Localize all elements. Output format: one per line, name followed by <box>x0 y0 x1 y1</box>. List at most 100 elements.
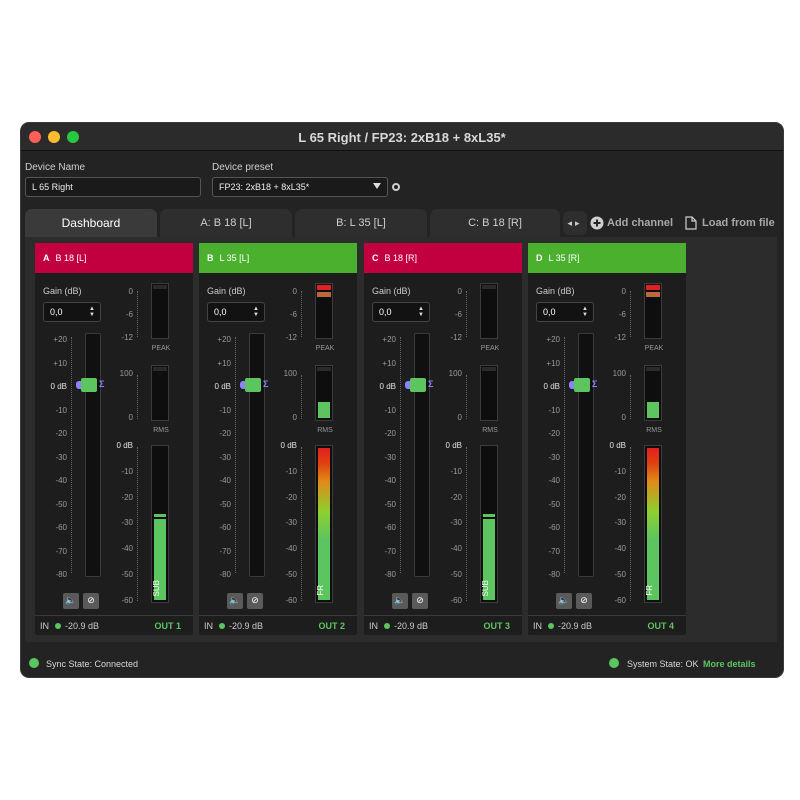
tab-channel-a[interactable]: A: B 18 [L] <box>160 209 292 237</box>
gain-fader-handle[interactable] <box>81 378 97 392</box>
polarity-invert-icon[interactable]: ⊘ <box>412 593 428 609</box>
channel-strip: A B 18 [L] Gain (dB) 0,0 ▲ ▼ +20 +10 0 dB -10… <box>35 243 193 635</box>
output-tick-label: -60 <box>121 595 133 605</box>
mute-speaker-icon[interactable]: 🔈 <box>63 593 79 609</box>
peak-meter <box>644 283 662 339</box>
gain-fader-handle[interactable] <box>574 378 590 392</box>
fader-tick-label: -80 <box>548 570 560 579</box>
channel-header[interactable]: C B 18 [R] <box>364 243 522 273</box>
mute-speaker-icon[interactable]: 🔈 <box>392 593 408 609</box>
add-circle-icon[interactable] <box>590 216 604 230</box>
rms-scale <box>630 375 636 419</box>
input-label: IN <box>533 621 542 631</box>
gain-fader-track[interactable] <box>578 333 594 577</box>
channel-header[interactable]: D L 35 [R] <box>528 243 686 273</box>
gain-fader-track[interactable] <box>414 333 430 577</box>
gain-input[interactable]: 0,0 ▲ ▼ <box>207 302 265 322</box>
gain-input[interactable]: 0,0 ▲ ▼ <box>372 302 430 322</box>
rms-label: RMS <box>153 427 169 434</box>
mute-speaker-icon[interactable]: 🔈 <box>227 593 243 609</box>
output-tick-label: -30 <box>450 518 462 528</box>
channel-name: B 18 [L] <box>55 253 87 263</box>
polarity-invert-icon[interactable]: ⊘ <box>247 593 263 609</box>
channel-header[interactable]: B L 35 [L] <box>199 243 357 273</box>
fader-tick-label: -30 <box>55 452 67 462</box>
rms-level-fill <box>318 402 330 418</box>
stepper-arrows-icon[interactable]: ▲ ▼ <box>89 306 95 318</box>
output-tick-label: -30 <box>285 518 297 528</box>
input-label: IN <box>369 621 378 631</box>
fader-tick-label: -20 <box>384 429 396 438</box>
output-meter: SUB <box>151 445 169 603</box>
fader-tick-label: +20 <box>382 335 396 344</box>
gain-fader-handle[interactable] <box>245 378 261 392</box>
fader-tick-label: -50 <box>219 499 231 509</box>
more-details-link[interactable]: More details <box>703 659 756 669</box>
peak-tick-label: 0 <box>457 287 462 296</box>
channel-letter: C <box>372 253 379 263</box>
peak-label: PEAK <box>644 345 664 352</box>
tab-channel-c[interactable]: C: B 18 [R] <box>430 209 560 237</box>
fader-tick-label: -20 <box>219 429 231 438</box>
stepper-arrows-icon[interactable]: ▲ ▼ <box>582 306 588 318</box>
device-preset-select[interactable]: FP23: 2xB18 + 8xL35* <box>212 177 388 197</box>
peak-scale <box>137 291 143 337</box>
fader-tick-label: +10 <box>546 358 560 368</box>
output-tick-label: -50 <box>121 570 133 579</box>
channel-strip: D L 35 [R] Gain (dB) 0,0 ▲ ▼ +20 +10 0 dB -10… <box>528 243 686 635</box>
stepper-arrows-icon[interactable]: ▲ ▼ <box>253 306 259 318</box>
peak-meter <box>480 283 498 339</box>
device-name-input[interactable]: L 65 Right <box>25 177 201 197</box>
fader-tick-label: -40 <box>548 476 560 485</box>
rms-meter <box>644 365 662 421</box>
fader-scale <box>71 337 77 573</box>
rms-tick-label: 100 <box>448 369 462 378</box>
load-from-file-button[interactable]: Load from file <box>702 217 775 229</box>
preset-settings-icon[interactable] <box>392 183 400 191</box>
output-tick-label: -30 <box>121 518 133 528</box>
sigma-icon: Σ <box>428 379 434 389</box>
peak-hold-indicator <box>317 292 331 297</box>
output-peak-hold <box>483 514 495 517</box>
gain-value: 0,0 <box>379 307 392 317</box>
polarity-invert-icon[interactable]: ⊘ <box>83 593 99 609</box>
polarity-invert-icon[interactable]: ⊘ <box>576 593 592 609</box>
gain-label: Gain (dB) <box>372 286 411 296</box>
fader-tick-label: -70 <box>219 546 231 556</box>
gain-fader-track[interactable] <box>85 333 101 577</box>
output-tick-label: -10 <box>450 466 462 476</box>
channel-letter: B <box>207 253 214 263</box>
output-tick-label: -50 <box>285 570 297 579</box>
fader-tick-label: -70 <box>384 546 396 556</box>
add-channel-button[interactable]: Add channel <box>607 217 673 229</box>
gain-input[interactable]: 0,0 ▲ ▼ <box>536 302 594 322</box>
peak-tick-label: -12 <box>121 333 133 342</box>
system-status-dot <box>609 658 619 668</box>
rms-top-indicator <box>646 367 660 371</box>
rms-meter <box>315 365 333 421</box>
tab-channel-b[interactable]: B: L 35 [L] <box>295 209 427 237</box>
file-icon[interactable] <box>685 216 697 230</box>
tab-scroll-arrows[interactable]: ◂▸ <box>563 211 587 235</box>
output-type-label: SUB <box>152 579 161 596</box>
peak-label: PEAK <box>480 345 500 352</box>
rms-level-fill <box>647 402 659 418</box>
peak-tick-label: 0 <box>128 287 133 296</box>
gain-input[interactable]: 0,0 ▲ ▼ <box>43 302 101 322</box>
tab-dashboard[interactable]: Dashboard <box>25 209 157 237</box>
output-tick-label: -60 <box>450 595 462 605</box>
rms-tick-label: 100 <box>283 369 297 378</box>
mute-speaker-icon[interactable]: 🔈 <box>556 593 572 609</box>
gain-fader-track[interactable] <box>249 333 265 577</box>
output-tick-label: -20 <box>450 492 462 502</box>
rms-scale <box>301 375 307 419</box>
channel-header[interactable]: A B 18 [L] <box>35 243 193 273</box>
output-type-label: FR <box>645 585 654 596</box>
output-tick-label: 0 dB <box>116 441 133 450</box>
output-tick-label: -20 <box>614 492 626 502</box>
input-level-value: -20.9 dB <box>65 621 100 631</box>
stepper-arrows-icon[interactable]: ▲ ▼ <box>418 306 424 318</box>
fader-scale <box>235 337 241 573</box>
gain-fader-handle[interactable] <box>410 378 426 392</box>
channel-name: L 35 [L] <box>219 253 250 263</box>
